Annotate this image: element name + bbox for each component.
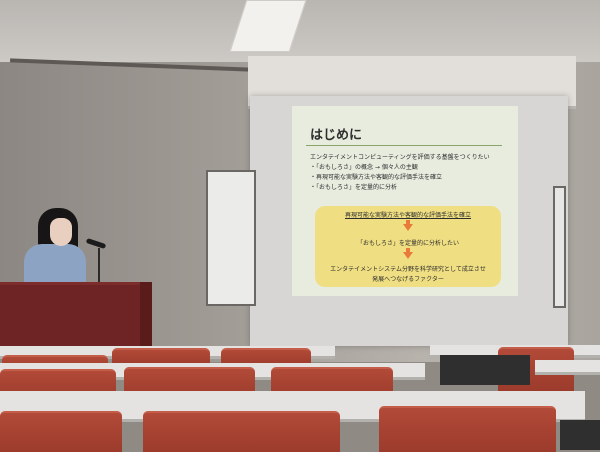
slide-intro: エンタテイメントコンピューティングを評価する基盤をつくりたい	[310, 154, 490, 161]
slide-bullet: ・「おもしろさ」の概念 → 個々人の主観	[310, 164, 418, 171]
slide-title-underline	[306, 145, 502, 146]
chair	[143, 411, 340, 452]
slide-bullet: ・再現可能な実験方法や客観的な評価手法を確立	[310, 174, 443, 181]
whiteboard-right	[553, 186, 566, 308]
desk-underside	[440, 355, 530, 385]
flow-step-2: 「おもしろさ」を定量的に分析したい	[356, 240, 459, 247]
slide-flow-box: 再現可能な実験方法や客観的な評価手法を確立 「おもしろさ」を定量的に分析したい …	[315, 206, 501, 287]
down-arrow-icon	[403, 224, 413, 231]
presenter-body	[24, 244, 86, 284]
flow-step-3: エンタテイメントシステム分野を科学研究として成立させ	[330, 266, 486, 273]
flow-step-4: 発展へつなげるファクター	[372, 276, 444, 283]
whiteboard	[206, 170, 256, 306]
chair	[379, 406, 556, 452]
chair	[0, 411, 122, 452]
down-arrow-icon	[403, 252, 413, 259]
slide-title: はじめに	[310, 128, 363, 143]
desk	[535, 360, 600, 375]
projected-slide: はじめに エンタテイメントコンピューティングを評価する基盤をつくりたい ・「おも…	[292, 106, 518, 296]
podium-side	[140, 282, 152, 348]
podium	[0, 282, 152, 351]
microphone-stand	[98, 248, 100, 284]
slide-bullet: ・「おもしろさ」を定量的に分析	[310, 184, 398, 191]
presenter-face	[50, 218, 72, 246]
desk-underside	[560, 420, 600, 450]
flow-step-1: 再現可能な実験方法や客観的な評価手法を確立	[344, 212, 471, 219]
